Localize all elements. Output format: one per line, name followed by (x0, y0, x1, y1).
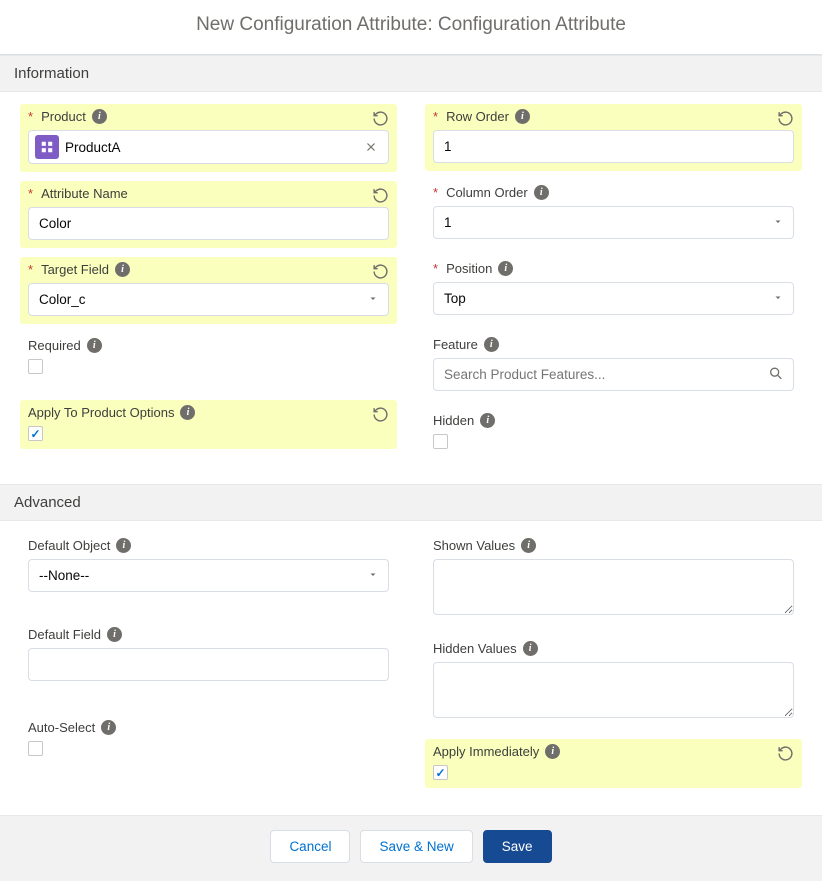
close-icon[interactable] (360, 136, 382, 158)
cancel-button[interactable]: Cancel (270, 830, 350, 863)
label-row-order: Row Order (446, 109, 509, 124)
info-icon[interactable]: i (498, 261, 513, 276)
field-required: Required i (20, 333, 397, 382)
apply-immediately-checkbox[interactable] (433, 765, 448, 780)
info-icon[interactable]: i (545, 744, 560, 759)
field-hidden: Hiddeni (425, 408, 802, 457)
label-column-order: Column Order (446, 185, 528, 200)
field-column-order: *Column Orderi 1 (425, 180, 802, 247)
undo-icon[interactable] (777, 745, 794, 765)
section-advanced: Advanced (0, 484, 822, 521)
save-new-button[interactable]: Save & New (360, 830, 472, 863)
field-attribute-name: *Attribute Name (20, 181, 397, 248)
undo-icon[interactable] (372, 110, 389, 130)
field-default-field: Default Field i (20, 622, 397, 689)
label-attribute-name: Attribute Name (41, 186, 128, 201)
label-apply-to-options: Apply To Product Options (28, 405, 174, 420)
label-feature: Feature (433, 337, 478, 352)
default-object-select[interactable]: --None-- (28, 559, 389, 592)
label-target-field: Target Field (41, 262, 109, 277)
field-hidden-values: Hidden Values i (425, 636, 802, 729)
info-icon[interactable]: i (484, 337, 499, 352)
footer: Cancel Save & New Save (0, 815, 822, 881)
field-apply-to-options: Apply To Product Options i (20, 400, 397, 449)
label-hidden-values: Hidden Values (433, 641, 517, 656)
product-value: ProductA (65, 140, 121, 155)
info-icon[interactable]: i (480, 413, 495, 428)
label-apply-immediately: Apply Immediately (433, 744, 539, 759)
field-auto-select: Auto-Select i (20, 715, 397, 764)
info-icon[interactable]: i (521, 538, 536, 553)
field-apply-immediately: Apply Immediately i (425, 739, 802, 788)
target-field-select[interactable]: Color_c (28, 283, 389, 316)
info-icon[interactable]: i (107, 627, 122, 642)
product-lookup[interactable]: ProductA (28, 130, 389, 164)
feature-search-input[interactable] (433, 358, 794, 391)
info-icon[interactable]: i (180, 405, 195, 420)
field-row-order: *Row Orderi (425, 104, 802, 171)
label-position: Position (446, 261, 492, 276)
undo-icon[interactable] (372, 187, 389, 207)
label-required: Required (28, 338, 81, 353)
info-icon[interactable]: i (92, 109, 107, 124)
hidden-checkbox[interactable] (433, 434, 448, 449)
field-shown-values: Shown Values i (425, 533, 802, 626)
row-order-input[interactable] (433, 130, 794, 163)
auto-select-checkbox[interactable] (28, 741, 43, 756)
undo-icon[interactable] (372, 263, 389, 283)
field-product: *Producti ProductA (20, 104, 397, 172)
info-icon[interactable]: i (116, 538, 131, 553)
field-target-field: *Target Fieldi Color_c (20, 257, 397, 324)
field-default-object: Default Object i --None-- (20, 533, 397, 600)
field-feature: Feature i (425, 332, 802, 399)
info-icon[interactable]: i (534, 185, 549, 200)
shown-values-textarea[interactable] (433, 559, 794, 615)
info-icon[interactable]: i (523, 641, 538, 656)
search-icon[interactable] (768, 365, 784, 384)
hidden-values-textarea[interactable] (433, 662, 794, 718)
apply-to-options-checkbox[interactable] (28, 426, 43, 441)
required-checkbox[interactable] (28, 359, 43, 374)
column-order-select[interactable]: 1 (433, 206, 794, 239)
undo-icon[interactable] (777, 110, 794, 130)
label-default-object: Default Object (28, 538, 110, 553)
info-icon[interactable]: i (87, 338, 102, 353)
undo-icon[interactable] (372, 406, 389, 426)
save-button[interactable]: Save (483, 830, 552, 863)
label-shown-values: Shown Values (433, 538, 515, 553)
info-icon[interactable]: i (515, 109, 530, 124)
label-auto-select: Auto-Select (28, 720, 95, 735)
label-default-field: Default Field (28, 627, 101, 642)
info-icon[interactable]: i (115, 262, 130, 277)
default-field-input[interactable] (28, 648, 389, 681)
info-icon[interactable]: i (101, 720, 116, 735)
section-information: Information (0, 55, 822, 92)
attribute-name-input[interactable] (28, 207, 389, 240)
label-product: Product (41, 109, 86, 124)
position-select[interactable]: Top (433, 282, 794, 315)
page-title: New Configuration Attribute: Configurati… (0, 0, 822, 54)
product-icon (35, 135, 59, 159)
field-position: *Positioni Top (425, 256, 802, 323)
label-hidden: Hidden (433, 413, 474, 428)
